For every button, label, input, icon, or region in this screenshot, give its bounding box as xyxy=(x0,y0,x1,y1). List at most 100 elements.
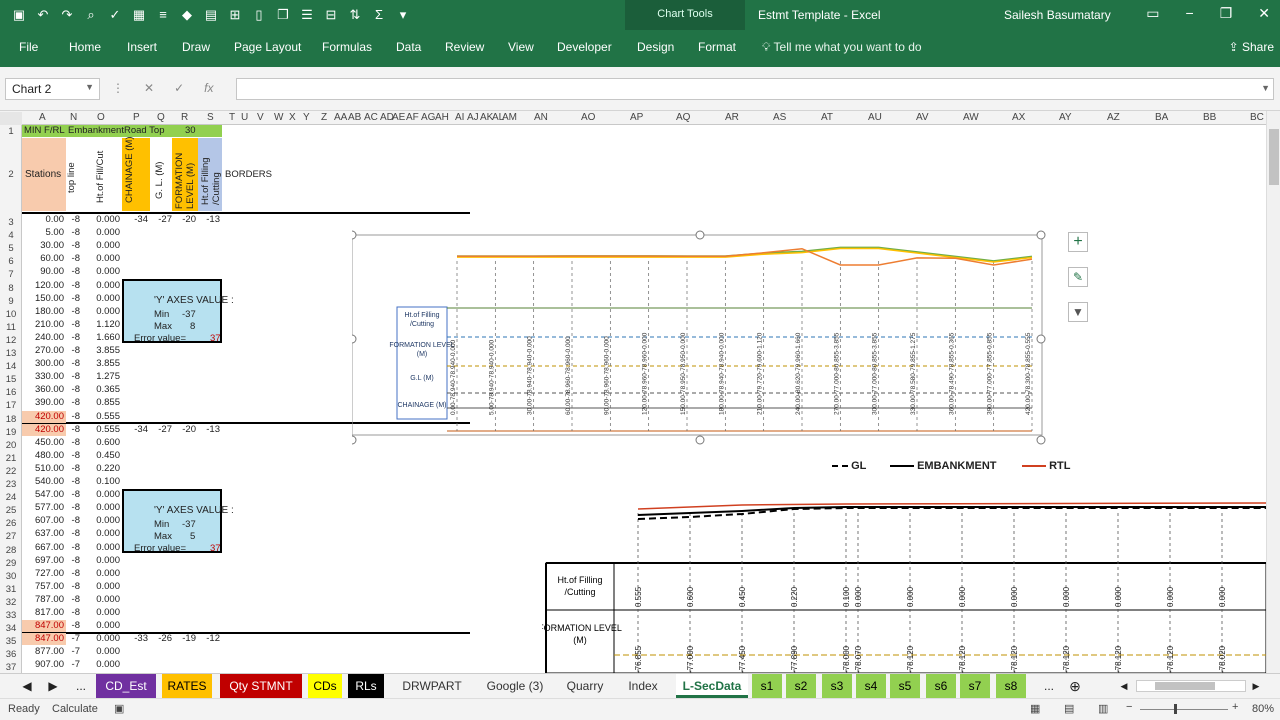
station-cell[interactable]: 180.00 xyxy=(22,306,64,317)
offset-cell[interactable]: -27 xyxy=(152,424,172,435)
row-header-28[interactable]: 28 xyxy=(0,545,22,556)
sheet-tab-s7[interactable]: s7 xyxy=(960,674,990,698)
row-header-14[interactable]: 14 xyxy=(0,361,22,372)
row-header-18[interactable]: 18 xyxy=(0,414,22,425)
row-header-33[interactable]: 33 xyxy=(0,610,22,621)
fill-cut-cell[interactable]: 0.000 xyxy=(82,515,120,526)
spelling-icon[interactable]: ✓ xyxy=(106,6,124,24)
cell-n1[interactable]: Embankment xyxy=(68,125,124,136)
col-header-az[interactable]: AZ xyxy=(1107,112,1120,123)
tab-home[interactable]: Home xyxy=(69,40,101,54)
top-line-cell[interactable]: -8 xyxy=(66,620,80,631)
fill-cut-cell[interactable]: 0.000 xyxy=(82,293,120,304)
col-header-ac[interactable]: AC xyxy=(364,112,378,123)
chainage-header[interactable]: CHAINAGE (M) xyxy=(124,133,135,204)
chart-filter-icon[interactable]: ▼ xyxy=(1068,302,1088,322)
top-line-cell[interactable]: -8 xyxy=(66,411,80,422)
y-axes-max-1[interactable]: 8 xyxy=(190,321,195,332)
top-line-cell[interactable]: -8 xyxy=(66,450,80,461)
row-header-21[interactable]: 21 xyxy=(0,453,22,464)
sheet-tab-rates[interactable]: RATES xyxy=(162,674,212,698)
fx-icon[interactable]: fx xyxy=(204,81,213,95)
col-header-ap[interactable]: AP xyxy=(630,112,643,123)
offset-cell[interactable]: -33 xyxy=(128,633,148,644)
col-header-z[interactable]: Z xyxy=(321,112,327,123)
formation-header[interactable]: FORMATION LEVEL (M) xyxy=(174,139,196,209)
status-calculate[interactable]: Calculate xyxy=(52,703,98,715)
col-header-at[interactable]: AT xyxy=(821,112,833,123)
sheet-tab-s5[interactable]: s5 xyxy=(890,674,920,698)
center-icon[interactable]: ☰ xyxy=(298,6,316,24)
y-axes-min-1[interactable]: -37 xyxy=(182,309,196,320)
stations-header[interactable]: Stations xyxy=(25,169,61,180)
top-line-cell[interactable]: -8 xyxy=(66,345,80,356)
sheet-tab-s6[interactable]: s6 xyxy=(926,674,956,698)
col-header-bb[interactable]: BB xyxy=(1203,112,1216,123)
sheet-tab-s2[interactable]: s2 xyxy=(786,674,816,698)
tab-developer[interactable]: Developer xyxy=(557,40,612,54)
formula-input[interactable] xyxy=(236,78,1274,100)
sheet-tab-quarry[interactable]: Quarry xyxy=(558,674,612,698)
station-cell[interactable]: 390.00 xyxy=(22,397,64,408)
col-header-ay[interactable]: AY xyxy=(1059,112,1072,123)
col-header-ab[interactable]: AB xyxy=(348,112,361,123)
top-line-cell[interactable]: -7 xyxy=(66,646,80,657)
undo-icon[interactable]: ↶ xyxy=(34,6,52,24)
fill-cut-cell[interactable]: 3.855 xyxy=(82,358,120,369)
station-cell[interactable]: 150.00 xyxy=(22,293,64,304)
tab-view[interactable]: View xyxy=(508,40,534,54)
horizontal-scroll-thumb[interactable] xyxy=(1155,682,1215,690)
horizontal-scrollbar[interactable] xyxy=(1136,680,1246,692)
y-axes-max-2[interactable]: 5 xyxy=(190,531,195,542)
row-header-26[interactable]: 26 xyxy=(0,518,22,529)
row-header-13[interactable]: 13 xyxy=(0,348,22,359)
worksheet-grid[interactable]: MIN F/RL Embankment Road Top 30 Stations… xyxy=(22,125,1266,673)
zoom-slider-thumb[interactable] xyxy=(1174,704,1177,714)
top-line-cell[interactable]: -8 xyxy=(66,581,80,592)
station-cell[interactable]: 787.00 xyxy=(22,594,64,605)
station-cell[interactable]: 90.00 xyxy=(22,266,64,277)
tab-format[interactable]: Format xyxy=(698,40,736,54)
station-cell[interactable]: 480.00 xyxy=(22,450,64,461)
chart-2-selected[interactable]: Ht.of Filling/Cutting FORMATION LEVEL (M) G… xyxy=(352,225,1062,450)
fill-cut-cell[interactable]: 0.555 xyxy=(82,424,120,435)
sheet-tab-google-3-[interactable]: Google (3) xyxy=(478,674,552,698)
top-line-cell[interactable]: -8 xyxy=(66,332,80,343)
row-header-24[interactable]: 24 xyxy=(0,492,22,503)
station-cell[interactable]: 667.00 xyxy=(22,542,64,553)
offset-cell[interactable]: -20 xyxy=(176,424,196,435)
col-header-aa[interactable]: AA xyxy=(334,112,347,123)
row-header-17[interactable]: 17 xyxy=(0,400,22,411)
col-header-ba[interactable]: BA xyxy=(1155,112,1168,123)
align-icon[interactable]: ≡ xyxy=(154,6,172,24)
name-box[interactable]: Chart 2 ▼ xyxy=(5,78,100,100)
copy-icon[interactable]: ❐ xyxy=(274,6,292,24)
vertical-scroll-thumb[interactable] xyxy=(1269,129,1279,185)
row-header-35[interactable]: 35 xyxy=(0,636,22,647)
station-cell[interactable]: 907.00 xyxy=(22,659,64,670)
close-icon[interactable]: ✕ xyxy=(1258,5,1270,22)
offset-cell[interactable]: -34 xyxy=(128,214,148,225)
top-line-cell[interactable]: -8 xyxy=(66,319,80,330)
top-line-cell[interactable]: -8 xyxy=(66,384,80,395)
top-line-cell[interactable]: -8 xyxy=(66,266,80,277)
fill-cut-cell[interactable]: 0.000 xyxy=(82,542,120,553)
fill-cut-cell[interactable]: 0.000 xyxy=(82,555,120,566)
fill-color-icon[interactable]: ◆ xyxy=(178,6,196,24)
col-header-ah[interactable]: AH xyxy=(435,112,449,123)
offset-cell[interactable]: -26 xyxy=(152,633,172,644)
col-header-ar[interactable]: AR xyxy=(725,112,739,123)
chart-elements-plus-icon[interactable]: + xyxy=(1068,232,1088,252)
col-header-bc[interactable]: BC xyxy=(1250,112,1264,123)
y-axes-min-2[interactable]: -37 xyxy=(182,519,196,530)
station-cell[interactable]: 360.00 xyxy=(22,384,64,395)
scroll-right-icon[interactable]: ▶ xyxy=(46,674,60,698)
top-line-cell[interactable]: -8 xyxy=(66,607,80,618)
top-line-cell[interactable]: -8 xyxy=(66,358,80,369)
station-cell[interactable]: 697.00 xyxy=(22,555,64,566)
station-cell[interactable]: 270.00 xyxy=(22,345,64,356)
fill-cut-cell[interactable]: 0.450 xyxy=(82,450,120,461)
sheet-tab-drwpart[interactable]: DRWPART xyxy=(390,674,474,698)
station-cell[interactable]: 0.00 xyxy=(22,214,65,225)
col-header-ax[interactable]: AX xyxy=(1012,112,1025,123)
